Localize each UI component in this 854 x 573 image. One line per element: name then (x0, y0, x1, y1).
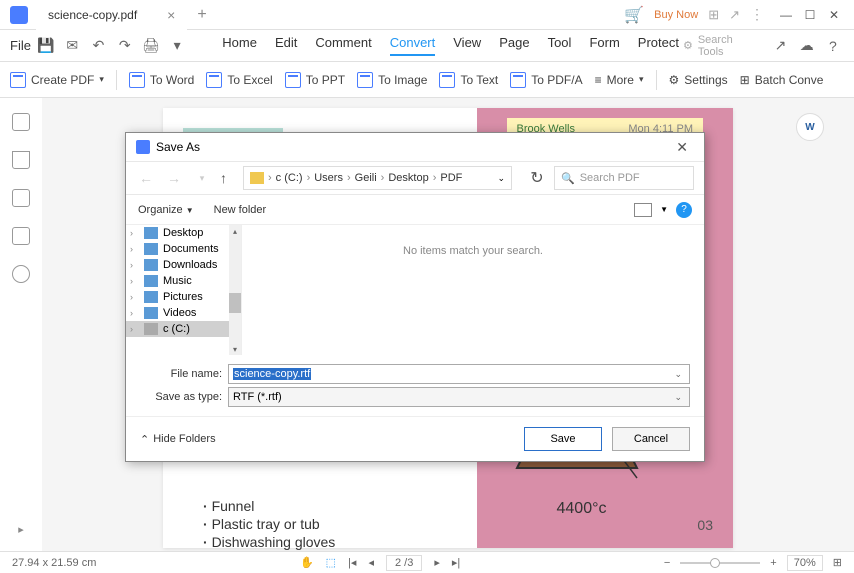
back-button[interactable]: ← (136, 170, 156, 186)
tree-label: Videos (163, 307, 196, 319)
chevron-icon: › (433, 172, 437, 184)
chevron-icon: › (130, 276, 133, 286)
tree-item-drive-c[interactable]: › c (C:) (126, 321, 241, 337)
folder-icon (144, 291, 158, 303)
address-bar[interactable]: › c (C:) › Users › Geili › Desktop › PDF… (243, 166, 512, 190)
tree-label: Downloads (163, 259, 217, 271)
tree-item-documents[interactable]: › Documents (126, 241, 241, 257)
filename-value: science-copy.rtf (233, 368, 311, 380)
filetype-select[interactable]: RTF (*.rtf) ⌄ (228, 387, 690, 407)
up-button[interactable]: ↑ (220, 170, 227, 186)
tree-label: Pictures (163, 291, 203, 303)
dialog-titlebar: Save As ✕ (126, 133, 704, 161)
save-button[interactable]: Save (524, 427, 602, 451)
breadcrumb-item[interactable]: c (C:) (276, 172, 303, 184)
chevron-icon: › (347, 172, 351, 184)
filename-input[interactable]: science-copy.rtf ⌄ (228, 364, 690, 384)
file-list-area[interactable]: No items match your search. (242, 225, 704, 355)
tree-label: Documents (163, 243, 219, 255)
empty-message: No items match your search. (403, 245, 543, 257)
search-input[interactable]: 🔍 Search PDF (554, 166, 694, 190)
cancel-button[interactable]: Cancel (612, 427, 690, 451)
dialog-body: › Desktop › Documents › Downloads › Music › P… (126, 225, 704, 355)
breadcrumb-item[interactable]: Desktop (388, 172, 428, 184)
filetype-value: RTF (*.rtf) (233, 391, 282, 403)
dialog-close-button[interactable]: ✕ (670, 137, 694, 158)
chevron-up-icon: ⌃ (140, 433, 149, 446)
recent-dropdown[interactable]: ▾ (192, 173, 212, 184)
chevron-icon: › (130, 260, 133, 270)
breadcrumb-item[interactable]: Users (314, 172, 343, 184)
chevron-icon: › (130, 324, 133, 334)
tree-item-music[interactable]: › Music (126, 273, 241, 289)
scrollbar-track[interactable] (229, 225, 241, 355)
chevron-icon: › (130, 292, 133, 302)
dialog-nav: ← → ▾ ↑ › c (C:) › Users › Geili › Deskt… (126, 161, 704, 195)
dialog-app-icon (136, 140, 150, 154)
new-folder-button[interactable]: New folder (214, 204, 267, 216)
refresh-button[interactable]: ↻ (528, 168, 546, 188)
dropdown-icon[interactable]: ⌄ (671, 369, 685, 380)
hide-folders-label: Hide Folders (153, 433, 215, 445)
dialog-toolbar: Organize ▼ New folder ▼ ? (126, 195, 704, 225)
forward-button[interactable]: → (164, 170, 184, 186)
folder-icon (144, 275, 158, 287)
tree-item-pictures[interactable]: › Pictures (126, 289, 241, 305)
organize-label: Organize (138, 204, 183, 216)
tree-item-desktop[interactable]: › Desktop (126, 225, 241, 241)
filename-label: File name: (140, 368, 228, 380)
chevron-icon: › (268, 172, 272, 184)
organize-button[interactable]: Organize ▼ (138, 204, 194, 216)
tree-label: Music (163, 275, 192, 287)
scroll-up-button[interactable]: ▴ (229, 225, 241, 237)
tree-item-videos[interactable]: › Videos (126, 305, 241, 321)
chevron-icon: › (130, 228, 133, 238)
tree-item-downloads[interactable]: › Downloads (126, 257, 241, 273)
chevron-icon: › (381, 172, 385, 184)
folder-tree[interactable]: › Desktop › Documents › Downloads › Music › P… (126, 225, 242, 355)
view-options-button[interactable] (634, 203, 652, 217)
chevron-icon: › (307, 172, 311, 184)
search-placeholder: Search PDF (580, 172, 640, 184)
dialog-overlay: Save As ✕ ← → ▾ ↑ › c (C:) › Users › Gei… (0, 0, 854, 568)
drive-icon (144, 323, 158, 335)
tree-label: c (C:) (163, 323, 190, 335)
save-as-dialog: Save As ✕ ← → ▾ ↑ › c (C:) › Users › Gei… (125, 132, 705, 462)
scrollbar-thumb[interactable] (229, 293, 241, 313)
breadcrumb-item[interactable]: Geili (355, 172, 377, 184)
chevron-icon: › (130, 244, 133, 254)
folder-icon (250, 172, 264, 184)
dialog-title: Save As (156, 140, 200, 154)
folder-icon (144, 227, 158, 239)
address-dropdown-icon[interactable]: ⌄ (497, 173, 505, 184)
dropdown-icon[interactable]: ⌄ (671, 392, 685, 403)
dialog-button-bar: ⌃ Hide Folders Save Cancel (126, 416, 704, 461)
folder-icon (144, 307, 158, 319)
breadcrumb-item[interactable]: PDF (440, 172, 462, 184)
filetype-label: Save as type: (140, 391, 228, 403)
hide-folders-button[interactable]: ⌃ Hide Folders (140, 433, 216, 446)
folder-icon (144, 243, 158, 255)
dialog-inputs: File name: science-copy.rtf ⌄ Save as ty… (126, 355, 704, 416)
chevron-icon: › (130, 308, 133, 318)
view-dropdown-icon[interactable]: ▼ (660, 205, 668, 214)
folder-icon (144, 259, 158, 271)
search-icon: 🔍 (561, 172, 575, 185)
scroll-down-button[interactable]: ▾ (229, 343, 241, 355)
tree-label: Desktop (163, 227, 203, 239)
help-button[interactable]: ? (676, 202, 692, 218)
